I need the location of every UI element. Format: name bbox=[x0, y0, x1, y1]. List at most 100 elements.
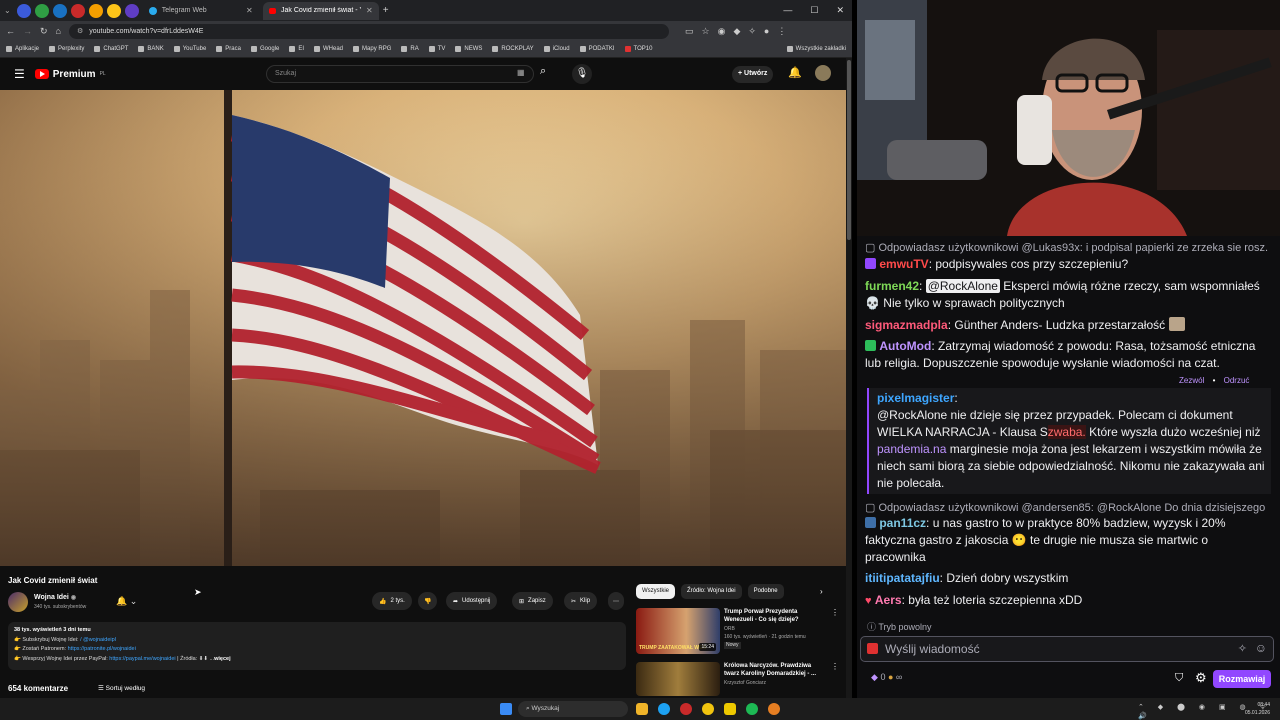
pinned-tab[interactable] bbox=[88, 3, 103, 18]
chat-send-button[interactable]: Rozmawiaj bbox=[1213, 670, 1271, 688]
avatar[interactable] bbox=[815, 65, 831, 81]
site-info-icon[interactable]: ⚙ bbox=[77, 27, 83, 35]
back-icon[interactable]: ← bbox=[6, 26, 15, 36]
chat-username[interactable]: itiitipatatajfiu bbox=[865, 571, 940, 585]
automod-deny-button[interactable]: Odrzuć bbox=[1224, 376, 1250, 385]
emote-picker-icon[interactable]: ☺ bbox=[1255, 641, 1267, 655]
bookmark-item[interactable]: NEWS bbox=[455, 46, 482, 52]
subscription-bell-icon[interactable]: 🔔 ⌄ bbox=[116, 596, 137, 607]
clip-button[interactable]: ✂ Klip bbox=[564, 592, 598, 610]
save-button[interactable]: ⊞ Zapisz bbox=[512, 592, 553, 610]
dislike-button[interactable]: 👎 bbox=[418, 592, 438, 610]
bookmark-item[interactable]: Aplikacje bbox=[6, 46, 39, 52]
all-bookmarks[interactable]: Wszystkie zakładki bbox=[786, 46, 846, 52]
bookmark-item[interactable]: ChatGPT bbox=[94, 46, 128, 52]
chat-username[interactable]: furmen42 bbox=[865, 279, 919, 293]
bookmark-item[interactable]: RA bbox=[401, 46, 419, 52]
desc-link[interactable]: https://patronite.pl/wojnaidei bbox=[68, 646, 136, 652]
mention[interactable]: @RockAlone bbox=[925, 279, 1000, 293]
hype-icon[interactable]: ✧ bbox=[1238, 642, 1247, 655]
pinned-tab[interactable] bbox=[52, 3, 67, 18]
chat-link[interactable]: pandemia.na bbox=[877, 442, 946, 456]
tab-telegram[interactable]: Telegram Web ✕ bbox=[143, 2, 259, 20]
chat-username[interactable]: pixelmagister bbox=[877, 391, 954, 405]
video-thumbnail[interactable] bbox=[636, 662, 720, 696]
edge-icon[interactable] bbox=[658, 703, 670, 715]
pinned-tab[interactable] bbox=[106, 3, 121, 18]
close-icon[interactable]: ✕ bbox=[246, 6, 253, 15]
minimize-icon[interactable]: — bbox=[783, 5, 792, 16]
pinned-tab[interactable] bbox=[34, 3, 49, 18]
youtube-logo[interactable]: Premium PL bbox=[34, 69, 106, 80]
chat-username[interactable]: sigmazmadpla bbox=[865, 318, 948, 332]
chrome-active-icon[interactable] bbox=[768, 703, 780, 715]
bookmark-item[interactable]: EI bbox=[289, 46, 304, 52]
channel-name[interactable]: Wojna Idei ◉ bbox=[34, 594, 76, 601]
desc-link[interactable]: / @wojnaideipl bbox=[80, 637, 116, 643]
bookmark-item[interactable]: Mapy RPG bbox=[353, 46, 391, 52]
recommended-video[interactable]: Królowa Narcyzów. Prawdziwa twarz Karoli… bbox=[636, 662, 839, 696]
bookmark-item[interactable]: ROCKPLAY bbox=[492, 46, 534, 52]
chip-source[interactable]: Źródło: Wojna Idei bbox=[681, 584, 742, 599]
chat-username[interactable]: Aers bbox=[875, 593, 902, 607]
windows-start-icon[interactable] bbox=[500, 703, 512, 715]
reload-icon[interactable]: ↻ bbox=[40, 26, 48, 37]
scrollbar-thumb[interactable] bbox=[847, 60, 851, 240]
opera-icon[interactable] bbox=[680, 703, 692, 715]
extension-icon[interactable]: ◆ bbox=[733, 26, 740, 37]
bookmark-item[interactable]: Praca bbox=[216, 46, 241, 52]
system-clock[interactable]: 08:44 05.01.2026 bbox=[1245, 701, 1270, 717]
search-icon[interactable]: ⌕ bbox=[540, 65, 546, 78]
notes-app-icon[interactable] bbox=[724, 703, 736, 715]
chevron-right-icon[interactable]: › bbox=[820, 587, 823, 596]
bookmark-item[interactable]: TOP10 bbox=[624, 46, 652, 52]
bookmark-item[interactable]: PODATKI bbox=[579, 46, 615, 52]
chat-input[interactable]: Wyślij wiadomość ✧ ☺ bbox=[860, 636, 1274, 662]
desc-link[interactable]: https://paypal.me/wojnaidei bbox=[109, 656, 175, 662]
create-button[interactable]: + Utwórz bbox=[732, 66, 774, 83]
chat-username[interactable]: emwuTV bbox=[879, 257, 928, 271]
more-actions-button[interactable]: ⋯ bbox=[608, 592, 624, 610]
video-player[interactable] bbox=[0, 90, 846, 566]
extensions-puzzle-icon[interactable]: ✧ bbox=[748, 26, 756, 37]
maximize-icon[interactable]: ☐ bbox=[810, 5, 818, 16]
video-thumbnail[interactable]: TRUMP ZAATAKOWAŁ WEN 15:24 bbox=[636, 608, 720, 654]
bookmark-item[interactable]: TV bbox=[428, 46, 445, 52]
recommended-video[interactable]: TRUMP ZAATAKOWAŁ WEN 15:24 Trump Porwał … bbox=[636, 608, 839, 656]
taskbar-search[interactable]: ⌕ Wyszukaj bbox=[518, 701, 628, 717]
file-explorer-icon[interactable] bbox=[636, 703, 648, 715]
more-vert-icon[interactable]: ⋮ bbox=[831, 608, 839, 617]
show-more-link[interactable]: więcej bbox=[214, 656, 231, 662]
like-button[interactable]: 👍 2 tys. bbox=[372, 592, 412, 610]
notifications-bell-icon[interactable]: 🔔 bbox=[788, 66, 802, 79]
hamburger-menu-icon[interactable]: ☰ bbox=[14, 67, 25, 81]
cast-icon[interactable]: ▭ bbox=[685, 26, 694, 37]
bookmark-item[interactable]: WHead bbox=[314, 46, 343, 52]
spotify-icon[interactable] bbox=[746, 703, 758, 715]
profile-icon[interactable]: ● bbox=[764, 26, 769, 36]
automod-allow-button[interactable]: Zezwól bbox=[1179, 376, 1204, 385]
close-window-icon[interactable]: ✕ bbox=[836, 5, 844, 16]
chrome-icon[interactable] bbox=[702, 703, 714, 715]
pinned-tab[interactable] bbox=[70, 3, 85, 18]
menu-kebab-icon[interactable]: ⋮ bbox=[777, 26, 786, 37]
bookmark-item[interactable]: YouTube bbox=[173, 46, 206, 52]
close-icon[interactable]: ✕ bbox=[366, 6, 373, 15]
bookmark-item[interactable]: BANK bbox=[138, 46, 164, 52]
sort-comments-button[interactable]: ☰ Sortuj według bbox=[98, 684, 145, 692]
bookmark-item[interactable]: Perplexity bbox=[49, 46, 84, 52]
search-input[interactable]: Szukaj bbox=[266, 65, 534, 83]
forward-icon[interactable]: → bbox=[23, 26, 32, 36]
bookmark-item[interactable]: Google bbox=[250, 46, 279, 52]
microphone-icon[interactable]: 🎙 bbox=[572, 64, 592, 84]
channel-avatar[interactable] bbox=[8, 592, 28, 612]
extension-icon[interactable]: ◉ bbox=[718, 26, 726, 37]
description-box[interactable]: 38 tys. wyświetleń 3 dni temu 👉 Subskryb… bbox=[8, 622, 626, 670]
pinned-tab[interactable] bbox=[124, 3, 139, 18]
tab-youtube[interactable]: Jak Covid zmienił świat - YouT... ✕ bbox=[262, 1, 379, 20]
bookmark-item[interactable]: iCloud bbox=[543, 46, 570, 52]
url-field[interactable]: ⚙ youtube.com/watch?v=dfrLddesW4E bbox=[68, 23, 669, 39]
tab-list-icon[interactable]: ⌄ bbox=[4, 6, 11, 15]
bookmark-star-icon[interactable]: ☆ bbox=[702, 26, 710, 37]
chip-all[interactable]: Wszystkie bbox=[636, 584, 675, 599]
